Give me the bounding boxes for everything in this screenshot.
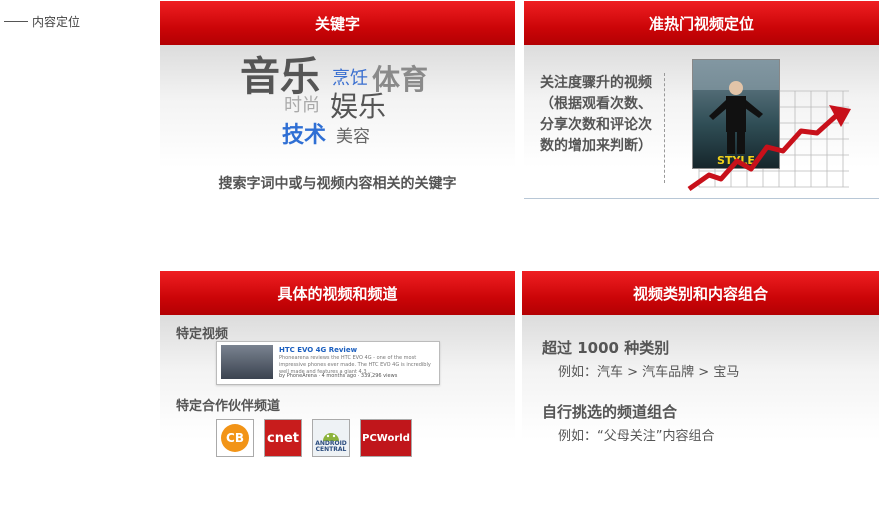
cb-logo-icon: CB — [216, 419, 254, 457]
section-label-text: 内容定位 — [32, 15, 81, 29]
category-line1: 超过 1000 种类别 — [542, 339, 670, 357]
keywords-card-title: 关键字 — [160, 1, 515, 45]
keywords-caption: 搜索字词中或与视频内容相关的关键字 — [218, 176, 457, 192]
section-dash — [4, 21, 28, 22]
partner-logos: CB cnet ANDROID CENTRAL PCWorld — [216, 419, 412, 457]
keywords-card: 关键字 音乐 烹饪 体育 时尚 娱乐 技术 美容 搜索字词中或与视频内容相关的关… — [160, 1, 515, 199]
category-line2: 自行挑选的频道组合 — [542, 403, 678, 421]
keyword-tech: 技术 — [282, 123, 327, 148]
pcworld-logo-icon: PCWorld — [360, 419, 412, 457]
video-thumbnail-icon — [221, 345, 273, 379]
category-card-body: 超过 1000 种类别 例如：汽车 > 汽车品牌 > 宝马 自行挑选的频道组合 … — [522, 315, 879, 471]
keyword-entertainment: 娱乐 — [330, 90, 387, 123]
category-card-title: 视频类别和内容组合 — [522, 271, 879, 315]
trending-card: 准热门视频定位 关注度骤升的视频（根据观看次数、分享次数和评论次数的增加来判断）… — [524, 1, 879, 199]
video-preview: HTC EVO 4G Review Phonearena reviews the… — [216, 341, 440, 385]
keywords-card-body: 音乐 烹饪 体育 时尚 娱乐 技术 美容 搜索字词中或与视频内容相关的关键字 — [160, 45, 515, 199]
video-title: HTC EVO 4G Review — [279, 346, 358, 354]
category-line2-example: 例如：“父母关注”内容组合 — [558, 429, 715, 444]
category-card: 视频类别和内容组合 超过 1000 种类别 例如：汽车 > 汽车品牌 > 宝马 … — [522, 271, 879, 471]
category-line1-example: 例如：汽车 > 汽车品牌 > 宝马 — [558, 365, 740, 380]
keyword-cooking: 烹饪 — [332, 68, 368, 89]
trending-divider — [664, 73, 665, 183]
keyword-beauty: 美容 — [336, 127, 370, 147]
partner-channel-label: 特定合作伙伴频道 — [176, 399, 281, 414]
trending-description: 关注度骤升的视频（根据观看次数、分享次数和评论次数的增加来判断） — [540, 75, 652, 154]
section-label: 内容定位 — [4, 13, 80, 30]
videos-card-title: 具体的视频和频道 — [160, 271, 515, 315]
video-meta: by PhoneArena · 4 months ago · 339,296 v… — [279, 373, 398, 379]
keyword-music: 音乐 — [240, 54, 320, 100]
android-central-logo-icon: ANDROID CENTRAL — [312, 419, 350, 457]
cnet-logo-icon: cnet — [264, 419, 302, 457]
videos-card: 具体的视频和频道 特定视频 HTC EVO 4G Review Phoneare… — [160, 271, 515, 471]
trend-arrow-icon — [687, 105, 851, 192]
trending-card-body: 关注度骤升的视频（根据观看次数、分享次数和评论次数的增加来判断） STYLE — [524, 45, 879, 199]
videos-card-body: 特定视频 HTC EVO 4G Review Phonearena review… — [160, 315, 515, 471]
specific-video-label: 特定视频 — [176, 327, 229, 342]
keyword-fashion: 时尚 — [284, 95, 320, 116]
trending-card-title: 准热门视频定位 — [524, 1, 879, 45]
